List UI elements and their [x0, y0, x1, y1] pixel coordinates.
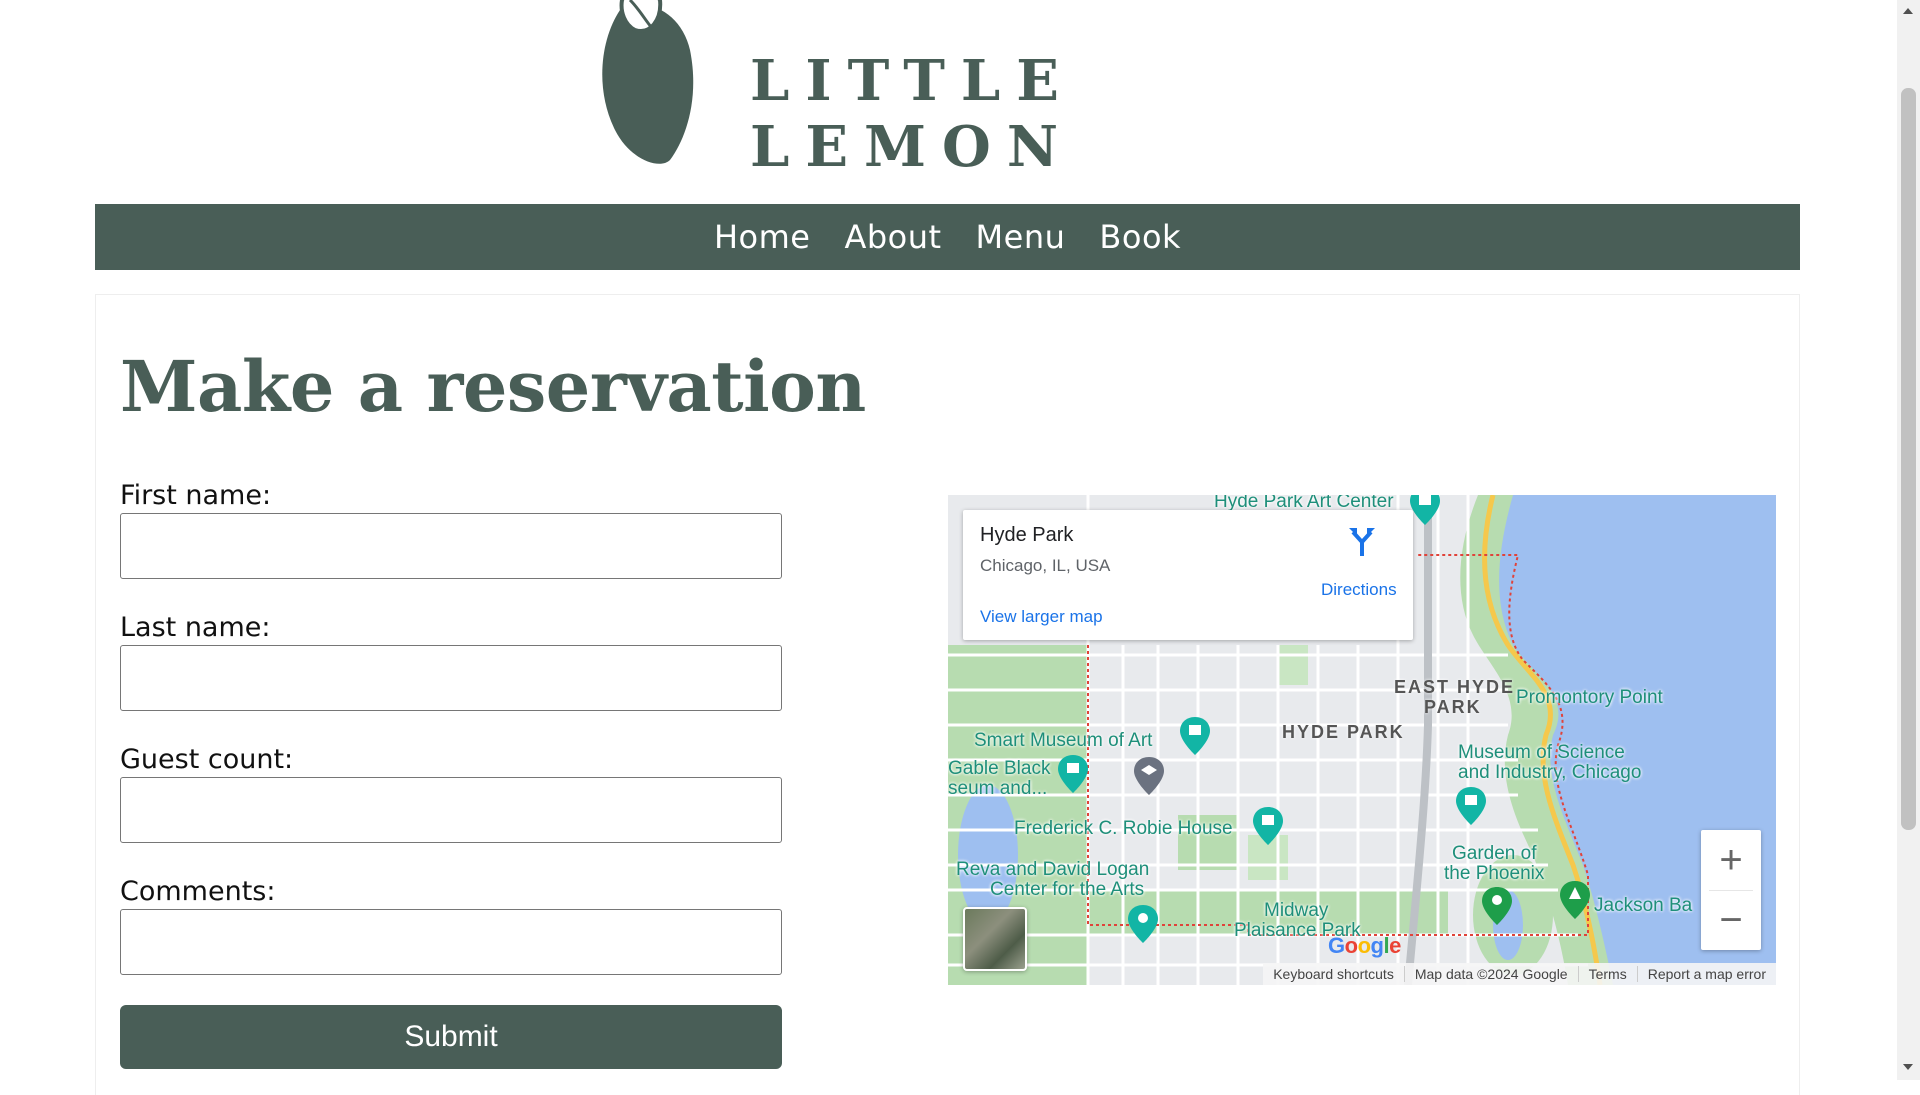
map-label-garden-1[interactable]: Garden of	[1452, 843, 1537, 865]
university-pin-icon[interactable]	[1134, 757, 1164, 795]
page: LITTLE LEMON Home About Menu Book Make a…	[0, 0, 1897, 1095]
last-name-field: Last name:	[120, 611, 782, 743]
comments-input[interactable]	[120, 909, 782, 975]
map-data-text: Map data ©2024 Google	[1403, 966, 1578, 982]
last-name-input[interactable]	[120, 645, 782, 711]
comments-label: Comments:	[120, 876, 276, 907]
scroll-up-arrow-icon[interactable]	[1903, 8, 1913, 14]
park-pin-icon[interactable]	[1560, 881, 1590, 919]
garden-pin-icon[interactable]	[1482, 887, 1512, 925]
museum-pin-icon[interactable]	[1058, 755, 1088, 793]
nav-book[interactable]: Book	[1099, 218, 1181, 256]
scroll-down-arrow-icon[interactable]	[1903, 1064, 1913, 1070]
map-label-robie-house[interactable]: Frederick C. Robie House	[1014, 818, 1233, 840]
map-zoom-controls: + −	[1701, 830, 1761, 950]
map-attribution-bar: Keyboard shortcuts Map data ©2024 Google…	[1263, 963, 1776, 985]
map-label-promontory-point[interactable]: Promontory Point	[1516, 687, 1663, 709]
report-map-error-link[interactable]: Report a map error	[1636, 966, 1776, 982]
museum-pin-icon[interactable]	[1253, 807, 1283, 845]
guest-count-field: Guest count:	[120, 743, 782, 875]
directions-link[interactable]: Directions	[1321, 580, 1397, 600]
nav-home[interactable]: Home	[714, 218, 811, 256]
first-name-input[interactable]	[120, 513, 782, 579]
map-area-east-hyde-park-2: PARK	[1424, 697, 1482, 717]
keyboard-shortcuts-link[interactable]: Keyboard shortcuts	[1263, 966, 1404, 982]
guest-count-label: Guest count:	[120, 744, 294, 775]
logo-text: LITTLE LEMON	[750, 48, 1075, 180]
last-name-label: Last name:	[120, 612, 271, 643]
google-logo-letter: o	[1357, 933, 1371, 958]
museum-pin-icon[interactable]	[1410, 495, 1440, 525]
embedded-map[interactable]: Hyde Park Art Center EAST HYDE PARK Prom…	[948, 495, 1776, 985]
map-label-museum-sci-1[interactable]: Museum of Science	[1458, 742, 1625, 764]
map-label-midway-1[interactable]: Midway	[1264, 900, 1328, 922]
google-logo-letter: o	[1344, 933, 1358, 958]
google-logo-letter: e	[1389, 933, 1401, 958]
place-subtitle: Chicago, IL, USA	[980, 556, 1111, 575]
nav-about[interactable]: About	[844, 218, 941, 256]
map-place-card: Hyde Park Chicago, IL, USA View larger m…	[963, 510, 1413, 640]
zoom-out-button[interactable]: −	[1701, 890, 1761, 950]
scrollbar-thumb[interactable]	[1901, 88, 1916, 830]
arts-pin-icon[interactable]	[1128, 905, 1158, 943]
museum-pin-icon[interactable]	[1456, 787, 1486, 825]
google-logo: Google	[1328, 933, 1401, 959]
map-label-museum-sci-2[interactable]: and Industry, Chicago	[1458, 762, 1641, 784]
terms-link[interactable]: Terms	[1577, 966, 1637, 982]
page-scrollbar[interactable]	[1897, 0, 1920, 1080]
lemon-logo-icon	[602, 0, 694, 164]
satellite-toggle-button[interactable]	[963, 907, 1027, 971]
site-logo[interactable]: LITTLE LEMON	[590, 0, 1310, 180]
submit-button[interactable]: Submit	[120, 1005, 782, 1069]
view-larger-map-link[interactable]: View larger map	[980, 607, 1103, 627]
first-name-field: First name:	[120, 479, 782, 611]
map-label-garden-2[interactable]: the Phoenix	[1444, 863, 1544, 885]
zoom-in-button[interactable]: +	[1701, 830, 1761, 890]
museum-pin-icon[interactable]	[1180, 717, 1210, 755]
reservation-form: First name: Last name: Guest count: Comm…	[120, 479, 782, 1007]
guest-count-input[interactable]	[120, 777, 782, 843]
comments-field: Comments:	[120, 875, 782, 1007]
directions-icon[interactable]	[1347, 524, 1377, 556]
map-label-jackson[interactable]: Jackson Ba	[1594, 895, 1692, 917]
main-nav: Home About Menu Book	[95, 204, 1800, 270]
google-logo-letter: G	[1328, 933, 1345, 958]
first-name-label: First name:	[120, 480, 272, 511]
map-label-logan-1[interactable]: Reva and David Logan	[956, 859, 1149, 881]
map-area-hyde-park: HYDE PARK	[1282, 722, 1405, 742]
map-label-logan-2[interactable]: Center for the Arts	[990, 879, 1144, 901]
map-area-east-hyde-park-1: EAST HYDE	[1394, 677, 1516, 697]
map-label-gable-black-1[interactable]: Gable Black	[948, 758, 1050, 780]
google-logo-letter: g	[1370, 933, 1384, 958]
nav-menu[interactable]: Menu	[976, 218, 1066, 256]
page-title: Make a reservation	[120, 345, 866, 428]
place-title: Hyde Park	[980, 524, 1074, 546]
map-label-gable-black-2[interactable]: seum and...	[948, 778, 1047, 800]
map-label-smart-museum[interactable]: Smart Museum of Art	[974, 730, 1152, 752]
